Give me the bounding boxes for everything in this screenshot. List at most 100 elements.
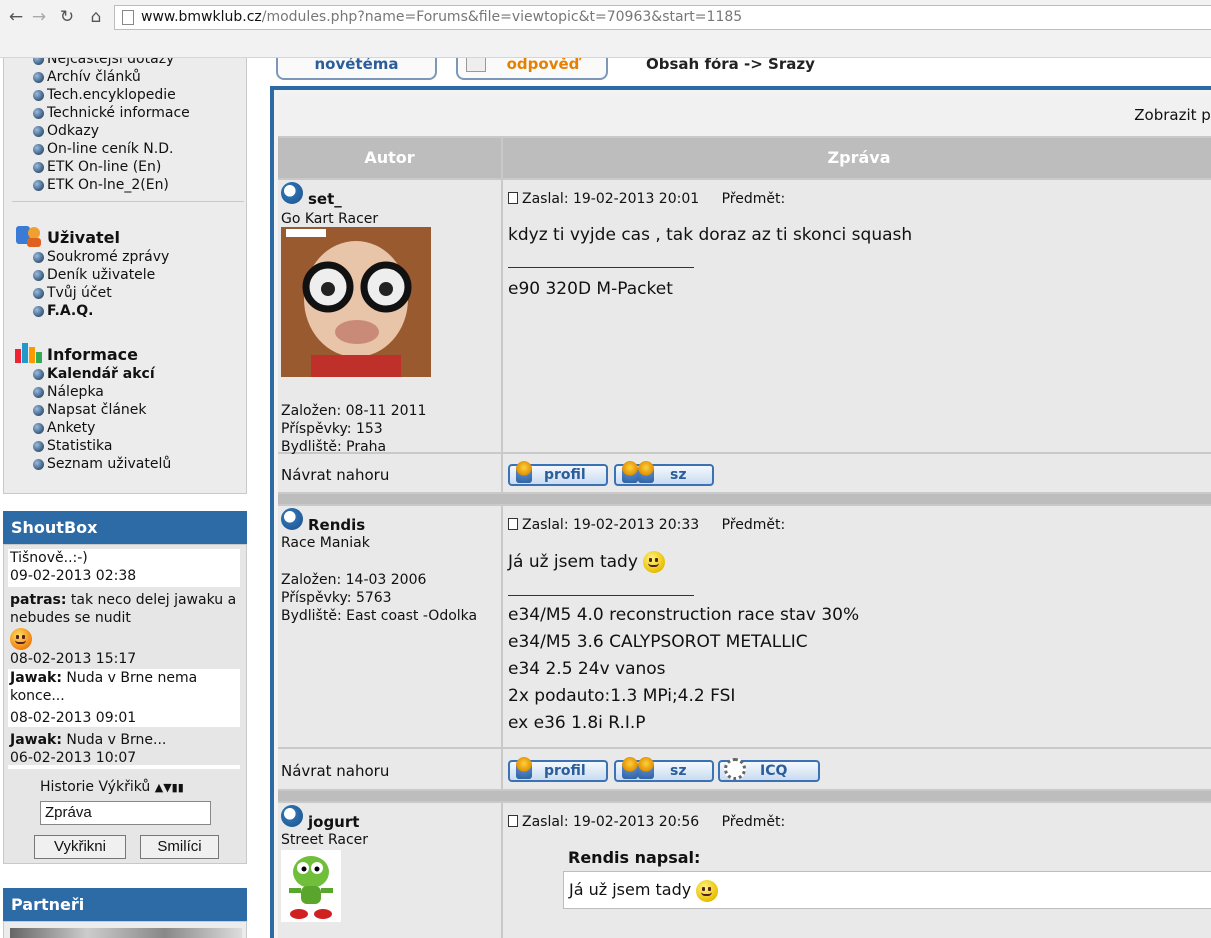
signature-line: 2x podauto:1.3 MPi;4.2 FSI [508,686,736,706]
new-topic-button[interactable]: novétéma [276,58,437,80]
post-footer-left: Návrat nahoru [278,749,501,789]
address-bar[interactable]: www.bmwklub.cz/modules.php?name=Forums&f… [114,5,1211,30]
bullet-icon [33,405,44,416]
post-username[interactable]: Rendis [308,516,365,534]
breadcrumb[interactable]: Obsah fóra -> Srazy [646,58,815,73]
arrow-up-icon[interactable]: ▲ [155,781,163,794]
bullet-icon [33,162,44,173]
post-meta: Zaslal: 19-02-2013 20:01 Předmět: [508,190,785,208]
message-column-header: Zpráva [503,138,1211,178]
menu-item-polls[interactable]: Ankety [4,419,246,437]
shout-entry: patras: tak neco delej jawaku a nebudes … [10,592,237,667]
signature-divider [508,267,694,268]
user-avatar [281,227,431,377]
menu-item-price-list[interactable]: On-line ceník N.D. [4,140,246,158]
post-author-cell: jogurt Street Racer [278,803,501,938]
user-status-icon [281,182,303,204]
private-message-button[interactable]: sz [614,461,714,486]
user-post-count: Příspěvky: 5763 [281,590,392,606]
private-message-button[interactable]: sz [614,757,714,782]
shoutbox-title: ShoutBox [3,511,247,544]
shout-message-input[interactable]: Zpráva [40,801,211,825]
icq-button[interactable]: ICQ [718,758,820,782]
users-icon [622,461,638,483]
post-author-cell: Rendis Race Maniak Založen: 14-03 2006 P… [278,506,501,747]
reload-icon[interactable]: ↻ [56,6,78,28]
menu-item-etk-online[interactable]: ETK On-line (En) [4,158,246,176]
home-icon[interactable]: ⌂ [85,6,107,28]
arrow-down-icon[interactable]: ▼ [163,781,171,794]
bullet-icon [33,288,44,299]
menu-item-statistics[interactable]: Statistika [4,437,246,455]
post-separator [278,494,1211,504]
post-meta: Zaslal: 19-02-2013 20:33 Předmět: [508,516,785,534]
menu-item-private-messages[interactable]: Soukromé zprávy [4,248,246,266]
bullet-icon [33,441,44,452]
browser-toolbar: ← → ↻ ⌂ www.bmwklub.cz/modules.php?name=… [0,0,1211,34]
post-body: kdyz ti vyjde cas , tak doraz az ti skon… [508,225,913,245]
profile-button[interactable]: profil [508,461,608,486]
menu-item-write-article[interactable]: Napsat článek [4,401,246,419]
reply-button[interactable]: odpověď [456,58,608,80]
display-options-label[interactable]: Zobrazit pi [1134,106,1211,124]
menu-item-links[interactable]: Odkazy [4,122,246,140]
shout-button[interactable]: Vykřikni [34,835,126,859]
users-icon [622,757,638,779]
shout-author[interactable]: Jawak: [10,670,62,686]
menu-item-user-list[interactable]: Seznam uživatelů [4,455,246,473]
url-host: www.bmwklub.cz [141,9,262,25]
menu-item-articles[interactable]: Archív článků [4,68,246,86]
menu-item-faq[interactable]: F.A.Q. [4,302,246,320]
post-footer-right: profil sz [503,454,1211,492]
post-message-cell: Zaslal: 19-02-2013 20:01 Předmět: kdyz t… [503,180,1211,452]
menu-item-faq-top[interactable]: Nejčastější dotazy [4,58,246,68]
page-icon [122,10,134,25]
partner-banner[interactable] [10,928,242,938]
profile-icon [516,461,532,483]
shout-author[interactable]: patras: [10,592,66,608]
post-doc-icon [508,192,518,204]
bullet-icon [33,306,44,317]
pause-icon[interactable]: ▮▮ [172,781,184,794]
bullet-icon [33,90,44,101]
smile-icon [643,551,666,573]
shout-author[interactable]: Jawak: [10,732,62,748]
menu-item-your-account[interactable]: Tvůj účet [4,284,246,302]
partners-title: Partneři [3,888,247,921]
menu-item-etk-online-2[interactable]: ETK On-lne_2(En) [4,176,246,194]
menu-item-calendar[interactable]: Kalendář akcí [4,365,246,383]
browser-chrome: ← → ↻ ⌂ www.bmwklub.cz/modules.php?name=… [0,0,1211,58]
post-username[interactable]: jogurt [308,813,359,831]
post-author-cell: set_ Go Kart Racer Založen: 08-11 2011 P… [278,180,501,455]
bookmarks-bar [0,34,1211,58]
display-options-bar: Zobrazit pi [278,94,1211,136]
bullet-icon [33,459,44,470]
menu-item-tech-encyclopedia[interactable]: Tech.encyklopedie [4,86,246,104]
back-to-top-link[interactable]: Návrat nahoru [281,466,389,484]
user-section: Uživatel Soukromé zprávy Deník uživatele… [4,226,246,320]
signature-divider [508,595,694,596]
author-column-header: Autor [278,138,501,178]
quote-block: Já už jsem tady [563,871,1211,909]
shout-entry: Jawak: Nuda v Brne nema konce... 08-02-2… [8,669,240,727]
signature-line: e90 320D M-Packet [508,279,673,299]
menu-item-sticker[interactable]: Nálepka [4,383,246,401]
history-link[interactable]: Historie Výkřiků [40,779,150,795]
smileys-button[interactable]: Smilíci [140,835,219,859]
quote-author: Rendis napsal: [568,848,701,867]
bullet-icon [33,423,44,434]
menu-item-user-journal[interactable]: Deník uživatele [4,266,246,284]
menu-item-tech-info[interactable]: Technické informace [4,104,246,122]
posts-table: Zobrazit pi Autor Zpráva set_ Go Kart Ra… [278,94,1211,938]
shout-entry: Tišnově..:-) 09-02-2013 02:38 [8,549,240,587]
back-to-top-link[interactable]: Návrat nahoru [281,762,389,780]
post-username[interactable]: set_ [308,190,342,208]
signature-line: ex e36 1.8i R.I.P [508,713,646,733]
post-footer-right: profil sz ICQ [503,749,1211,789]
user-status-icon [281,805,303,827]
left-column: Nejčastější dotazy Archív článků Tech.en… [0,58,250,938]
forward-icon[interactable]: → [28,6,50,28]
bullet-icon [33,72,44,83]
back-icon[interactable]: ← [5,6,27,28]
profile-button[interactable]: profil [508,757,608,782]
